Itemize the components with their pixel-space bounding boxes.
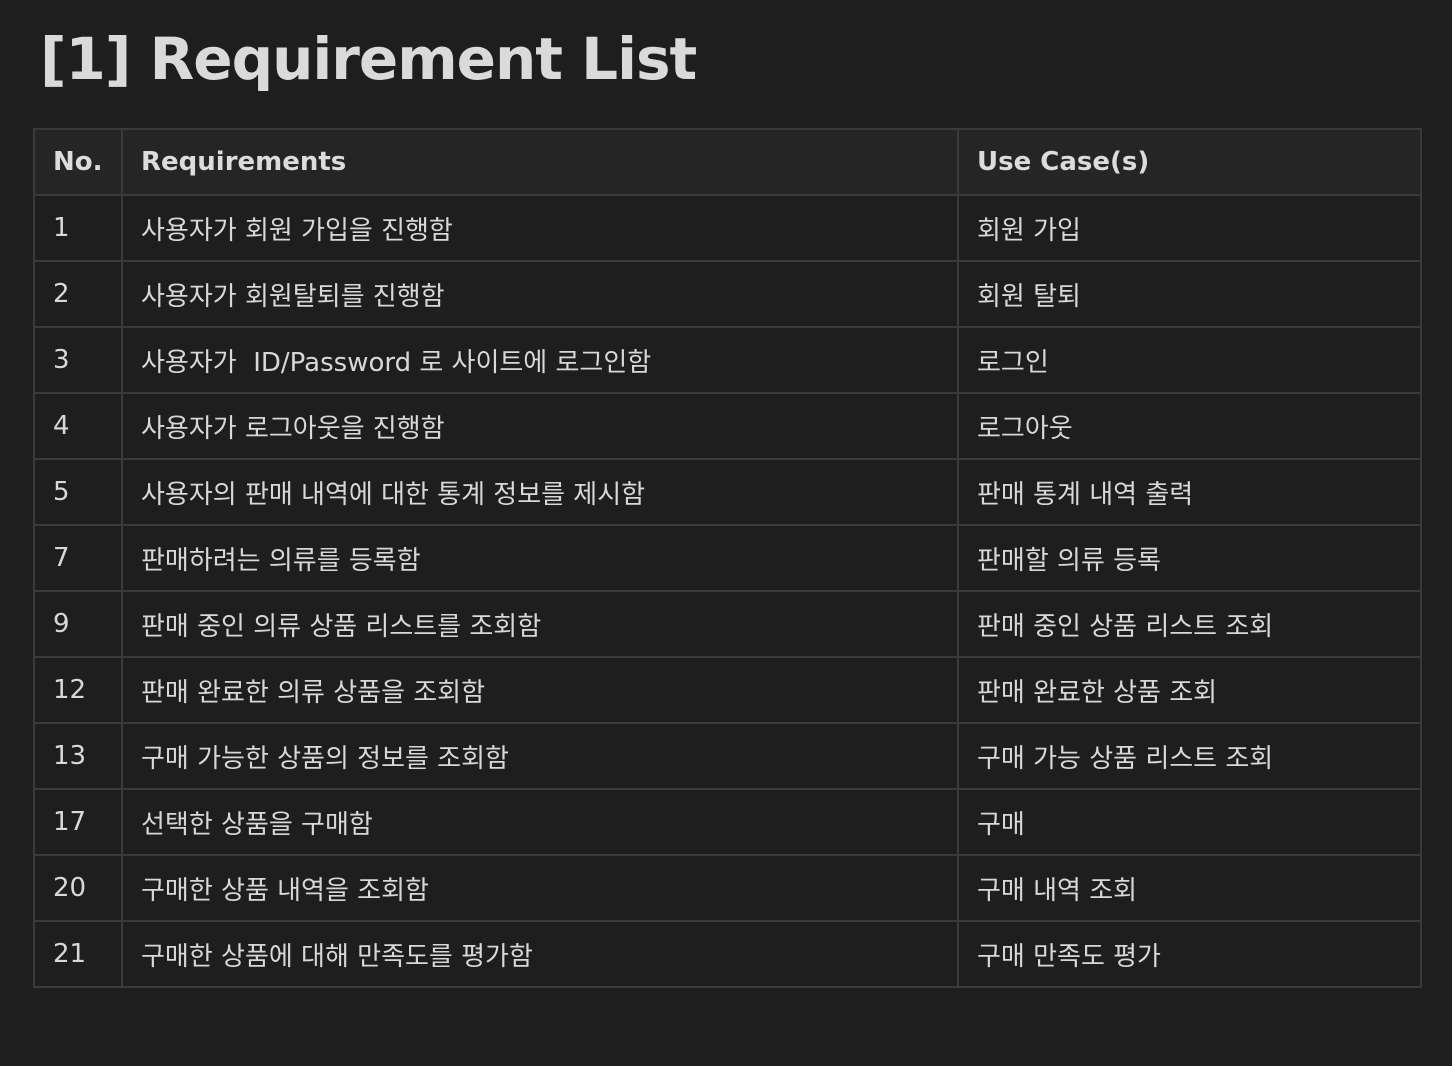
table-row: 3 사용자가 ID/Password 로 사이트에 로그인함 로그인 [33, 326, 1422, 394]
header-use-cases: Use Case(s) [957, 128, 1422, 196]
cell-use-case: 구매 [957, 788, 1422, 856]
cell-requirement: 구매한 상품에 대해 만족도를 평가함 [121, 920, 959, 988]
table-row: 2 사용자가 회원탈퇴를 진행함 회원 탈퇴 [33, 260, 1422, 328]
table-row: 13 구매 가능한 상품의 정보를 조회함 구매 가능 상품 리스트 조회 [33, 722, 1422, 790]
table-row: 20 구매한 상품 내역을 조회함 구매 내역 조회 [33, 854, 1422, 922]
cell-no: 5 [33, 458, 123, 526]
cell-use-case: 판매할 의류 등록 [957, 524, 1422, 592]
header-no: No. [33, 128, 123, 196]
table-row: 17 선택한 상품을 구매함 구매 [33, 788, 1422, 856]
cell-no: 3 [33, 326, 123, 394]
cell-use-case: 판매 완료한 상품 조회 [957, 656, 1422, 724]
cell-no: 4 [33, 392, 123, 460]
cell-requirement: 사용자가 회원탈퇴를 진행함 [121, 260, 959, 328]
cell-use-case: 판매 중인 상품 리스트 조회 [957, 590, 1422, 658]
cell-requirement: 구매 가능한 상품의 정보를 조회함 [121, 722, 959, 790]
cell-no: 17 [33, 788, 123, 856]
cell-requirement: 판매 완료한 의류 상품을 조회함 [121, 656, 959, 724]
table-row: 9 판매 중인 의류 상품 리스트를 조회함 판매 중인 상품 리스트 조회 [33, 590, 1422, 658]
cell-no: 13 [33, 722, 123, 790]
cell-use-case: 회원 탈퇴 [957, 260, 1422, 328]
cell-requirement: 사용자가 로그아웃을 진행함 [121, 392, 959, 460]
cell-use-case: 구매 내역 조회 [957, 854, 1422, 922]
cell-use-case: 로그인 [957, 326, 1422, 394]
cell-use-case: 구매 가능 상품 리스트 조회 [957, 722, 1422, 790]
table-row: 5 사용자의 판매 내역에 대한 통계 정보를 제시함 판매 통계 내역 출력 [33, 458, 1422, 526]
cell-requirement: 선택한 상품을 구매함 [121, 788, 959, 856]
cell-use-case: 구매 만족도 평가 [957, 920, 1422, 988]
header-requirements: Requirements [121, 128, 959, 196]
table-row: 21 구매한 상품에 대해 만족도를 평가함 구매 만족도 평가 [33, 920, 1422, 988]
cell-no: 21 [33, 920, 123, 988]
table-row: 1 사용자가 회원 가입을 진행함 회원 가입 [33, 194, 1422, 262]
cell-requirement: 사용자가 ID/Password 로 사이트에 로그인함 [121, 326, 959, 394]
cell-requirement: 사용자가 회원 가입을 진행함 [121, 194, 959, 262]
cell-no: 1 [33, 194, 123, 262]
cell-no: 2 [33, 260, 123, 328]
cell-use-case: 판매 통계 내역 출력 [957, 458, 1422, 526]
cell-requirement: 구매한 상품 내역을 조회함 [121, 854, 959, 922]
cell-no: 12 [33, 656, 123, 724]
cell-requirement: 사용자의 판매 내역에 대한 통계 정보를 제시함 [121, 458, 959, 526]
cell-requirement: 판매하려는 의류를 등록함 [121, 524, 959, 592]
requirement-table: No. Requirements Use Case(s) 1 사용자가 회원 가… [33, 128, 1422, 988]
cell-use-case: 회원 가입 [957, 194, 1422, 262]
table-row: 7 판매하려는 의류를 등록함 판매할 의류 등록 [33, 524, 1422, 592]
cell-no: 9 [33, 590, 123, 658]
page-title: [1] Requirement List [40, 25, 697, 93]
table-row: 12 판매 완료한 의류 상품을 조회함 판매 완료한 상품 조회 [33, 656, 1422, 724]
cell-no: 7 [33, 524, 123, 592]
cell-use-case: 로그아웃 [957, 392, 1422, 460]
table-row: 4 사용자가 로그아웃을 진행함 로그아웃 [33, 392, 1422, 460]
cell-requirement: 판매 중인 의류 상품 리스트를 조회함 [121, 590, 959, 658]
table-header-row: No. Requirements Use Case(s) [33, 128, 1422, 196]
cell-no: 20 [33, 854, 123, 922]
